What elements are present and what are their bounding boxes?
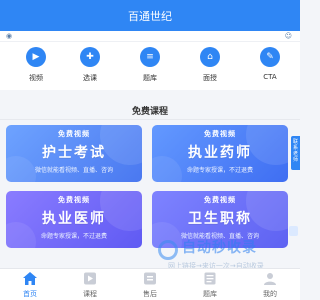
question-bank-icon: ≡ — [140, 47, 160, 67]
card-title: 卫生职称 — [188, 211, 252, 227]
card-tag: 免费视频 — [204, 130, 236, 138]
course-card-physician[interactable]: 免费视频 执业医师 命题专家授课，不过退费 — [6, 191, 142, 248]
quick-nav-label: 面授 — [203, 74, 217, 82]
quick-nav-label: 视频 — [29, 74, 43, 82]
location-icon[interactable]: ◉ — [6, 32, 12, 40]
quick-nav-face-to-face[interactable]: ⌂ 面授 — [190, 42, 230, 90]
card-title: 执业医师 — [42, 211, 106, 227]
video-play-icon: ▶ — [26, 47, 46, 67]
app-header: 百通世纪 — [0, 0, 300, 31]
tab-label: 首页 — [23, 290, 37, 298]
header-strip: ◉ ☺ — [0, 31, 300, 42]
card-tag: 免费视频 — [204, 196, 236, 204]
tab-label: 我的 — [263, 290, 277, 298]
page-title: 百通世纪 — [128, 9, 172, 23]
home-icon — [23, 272, 37, 285]
quick-nav-label: CTA — [263, 73, 277, 81]
quick-nav-label: 题库 — [143, 74, 157, 82]
course-play-icon — [84, 272, 96, 285]
user-icon[interactable]: ☺ — [285, 32, 292, 40]
card-subtitle: 微信就能看视频、直播、咨询 — [34, 167, 113, 174]
watermark-title: 自动秒收录 — [182, 240, 257, 256]
quick-nav-cta[interactable]: ✎ CTA — [250, 42, 290, 90]
tab-profile[interactable]: 我的 — [250, 269, 290, 300]
section-title: 免费课程 — [131, 107, 168, 117]
quick-nav-label: 选课 — [83, 74, 97, 82]
tab-question-bank[interactable]: 题库 — [190, 269, 230, 300]
quick-nav: ▶ 视频 ✚ 选课 ≡ 题库 ⌂ 面授 ✎ CTA — [0, 42, 300, 90]
face-to-face-icon: ⌂ — [200, 47, 220, 67]
tab-label: 课程 — [83, 290, 97, 298]
scroll-top-icon[interactable] — [289, 226, 298, 236]
cta-icon: ✎ — [260, 47, 280, 67]
quick-nav-select-course[interactable]: ✚ 选课 — [70, 42, 110, 90]
contact-teacher-tab[interactable]: 联系老师 — [291, 136, 300, 170]
card-subtitle: 命题专家授课，不过退费 — [186, 167, 253, 174]
question-bank-icon — [204, 272, 216, 285]
card-subtitle: 命题专家授课，不过退费 — [40, 233, 107, 240]
section-divider — [0, 119, 300, 120]
tab-label: 题库 — [203, 290, 217, 298]
tab-label: 售后 — [143, 290, 157, 298]
card-tag: 免费视频 — [58, 196, 90, 204]
watermark-logo-icon — [158, 240, 178, 260]
select-course-icon: ✚ — [80, 47, 100, 67]
card-title: 执业药师 — [188, 145, 252, 161]
tab-home[interactable]: 首页 — [10, 269, 50, 300]
course-card-nurse-exam[interactable]: 免费视频 护士考试 微信就能看视频、直播、咨询 — [6, 125, 142, 182]
tab-after-sales[interactable]: 售后 — [130, 269, 170, 300]
tab-course[interactable]: 课程 — [70, 269, 110, 300]
after-sales-icon — [144, 272, 156, 285]
card-title: 护士考试 — [42, 145, 106, 161]
card-tag: 免费视频 — [58, 130, 90, 138]
quick-nav-question-bank[interactable]: ≡ 题库 — [130, 42, 170, 90]
bottom-tab-bar: 首页 课程 售后 题库 我的 — [0, 268, 300, 300]
quick-nav-video[interactable]: ▶ 视频 — [16, 42, 56, 90]
profile-icon — [264, 273, 276, 285]
course-card-pharmacist[interactable]: 免费视频 执业药师 命题专家授课，不过退费 — [152, 125, 288, 182]
